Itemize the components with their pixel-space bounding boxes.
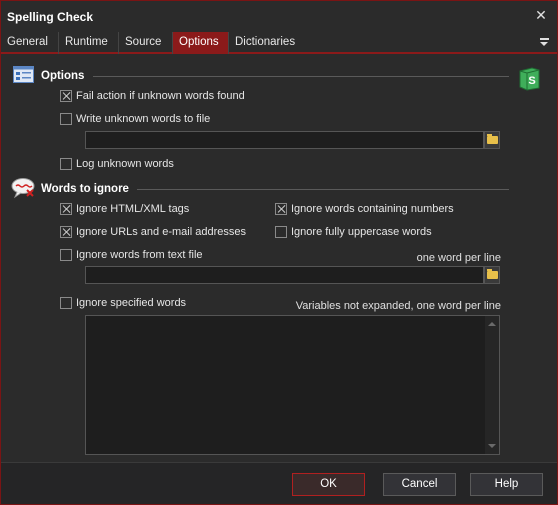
fail-action-option[interactable]: Fail action if unknown words found (60, 89, 245, 103)
title-bar: Spelling Check ✕ (1, 1, 557, 32)
folder-icon (486, 269, 498, 279)
svg-text:S: S (528, 75, 535, 87)
scroll-down-icon[interactable] (488, 444, 496, 448)
ignore-text-file-input[interactable] (85, 266, 484, 284)
ignore-text-file-option[interactable]: Ignore words from text file (60, 248, 203, 262)
ignore-numbers-option[interactable]: Ignore words containing numbers (275, 202, 454, 216)
help-button[interactable]: Help (470, 473, 543, 496)
words-to-ignore-divider (137, 189, 509, 190)
ignore-numbers-checkbox[interactable] (275, 203, 287, 215)
ignore-uppercase-label: Ignore fully uppercase words (291, 226, 432, 238)
options-panel: Options S Fail action if unknown words f… (1, 56, 557, 462)
tab-bar: General Runtime Source Options Dictionar… (1, 32, 557, 54)
words-to-ignore-icon (11, 177, 37, 199)
write-unknown-option[interactable]: Write unknown words to file (60, 112, 210, 126)
tab-options[interactable]: Options (173, 32, 229, 54)
ignore-text-file-label: Ignore words from text file (76, 249, 203, 261)
options-divider (93, 76, 509, 77)
cancel-button[interactable]: Cancel (383, 473, 456, 496)
dialog-footer: OK Cancel Help (1, 462, 557, 504)
window-title: Spelling Check (7, 10, 94, 24)
ignore-urls-checkbox[interactable] (60, 226, 72, 238)
browse-unknown-file-button[interactable] (484, 131, 500, 149)
tab-runtime[interactable]: Runtime (59, 32, 119, 54)
tab-menu-icon[interactable] (539, 35, 551, 49)
options-icon (13, 66, 34, 83)
tab-source[interactable]: Source (119, 32, 173, 54)
ok-button[interactable]: OK (292, 473, 365, 496)
close-icon[interactable]: ✕ (533, 7, 549, 23)
ignore-uppercase-option[interactable]: Ignore fully uppercase words (275, 225, 432, 239)
ignore-specified-checkbox[interactable] (60, 297, 72, 309)
ignore-text-file-checkbox[interactable] (60, 249, 72, 261)
ignore-html-option[interactable]: Ignore HTML/XML tags (60, 202, 189, 216)
log-unknown-checkbox[interactable] (60, 158, 72, 170)
ignore-specified-option[interactable]: Ignore specified words (60, 296, 186, 310)
ignore-numbers-label: Ignore words containing numbers (291, 203, 454, 215)
ignore-specified-label: Ignore specified words (76, 297, 187, 309)
log-unknown-label: Log unknown words (76, 158, 174, 170)
log-unknown-option[interactable]: Log unknown words (60, 157, 174, 171)
options-header: Options (41, 70, 85, 82)
write-unknown-label: Write unknown words to file (76, 113, 211, 125)
scroll-up-icon[interactable] (488, 322, 496, 326)
write-unknown-checkbox[interactable] (60, 113, 72, 125)
tab-dictionaries[interactable]: Dictionaries (229, 32, 305, 54)
textarea-scrollbar[interactable] (485, 316, 499, 454)
ignore-urls-label: Ignore URLs and e-mail addresses (76, 226, 246, 238)
folder-icon (486, 134, 498, 144)
tab-general[interactable]: General (1, 32, 59, 54)
ignore-html-label: Ignore HTML/XML tags (76, 203, 190, 215)
text-file-hint: one word per line (416, 252, 501, 264)
fail-action-label: Fail action if unknown words found (76, 90, 245, 102)
specified-words-hint: Variables not expanded, one word per lin… (295, 300, 501, 312)
unknown-words-file-input[interactable] (85, 131, 484, 149)
words-to-ignore-header: Words to ignore (41, 183, 129, 195)
spelling-check-dialog: Spelling Check ✕ General Runtime Source … (0, 0, 558, 505)
specified-words-textarea[interactable] (85, 315, 500, 455)
ignore-uppercase-checkbox[interactable] (275, 226, 287, 238)
fail-action-checkbox[interactable] (60, 90, 72, 102)
spellcheck-book-icon: S (517, 65, 543, 91)
ignore-urls-option[interactable]: Ignore URLs and e-mail addresses (60, 225, 246, 239)
browse-text-file-button[interactable] (484, 266, 500, 284)
ignore-html-checkbox[interactable] (60, 203, 72, 215)
